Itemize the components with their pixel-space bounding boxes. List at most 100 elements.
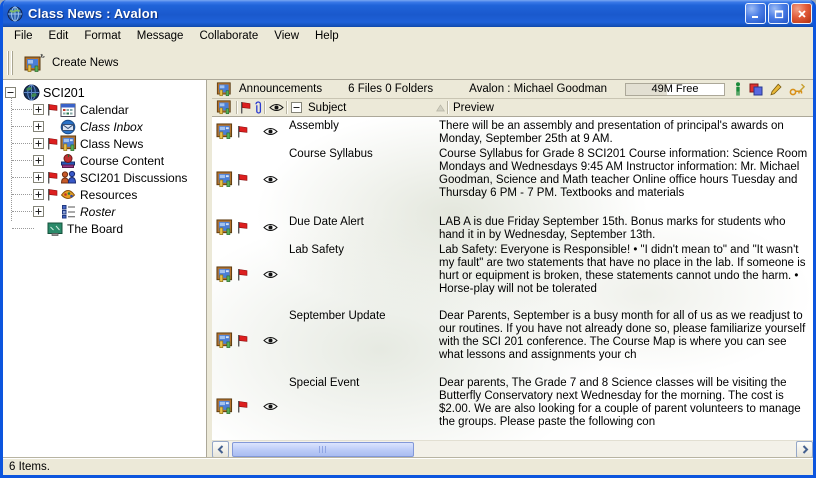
bulletin-item-icon: [216, 266, 233, 283]
tree-item-sci201[interactable]: SCI201: [3, 84, 206, 101]
scrollbar-thumb[interactable]: [232, 442, 414, 457]
sort-ascending-icon: [436, 104, 445, 112]
tree-item-resources[interactable]: Resources: [3, 186, 206, 203]
message-subject: Course Syllabus: [289, 145, 439, 213]
viewed-column-icon[interactable]: [266, 99, 286, 116]
tree-item-sci201-discussions[interactable]: SCI201 Discussions: [3, 169, 206, 186]
viewed-eye-icon: [263, 270, 278, 279]
expand-expander-icon[interactable]: [33, 138, 44, 149]
message-row-september-update[interactable]: September UpdateDear Parents, September …: [212, 307, 813, 374]
expand-expander-icon[interactable]: [33, 206, 44, 217]
horizontal-scrollbar[interactable]: [212, 440, 813, 457]
app-globe-icon: [7, 5, 25, 23]
tree-item-label: Calendar: [80, 103, 129, 117]
viewed-eye-icon: [263, 336, 278, 345]
flag-column-icon[interactable]: [238, 99, 251, 116]
menu-item-message[interactable]: Message: [129, 28, 192, 45]
files-folders-count: 6 Files 0 Folders: [348, 83, 433, 95]
announcements-icon: [216, 82, 232, 97]
tree-item-label: SCI201 Discussions: [80, 171, 187, 185]
expand-expander-icon[interactable]: [33, 172, 44, 183]
status-text: 6 Items.: [9, 461, 50, 473]
tree-item-roster[interactable]: Roster: [3, 203, 206, 220]
preview-column-header[interactable]: Preview: [449, 99, 813, 116]
message-preview: Course Syllabus for Grade 8 SCI201 Cours…: [439, 145, 813, 213]
message-subject: Lab Safety: [289, 241, 439, 307]
pencil-icon[interactable]: [770, 83, 782, 96]
create-news-button[interactable]: Create News: [17, 49, 127, 77]
message-row-course-syllabus[interactable]: Course SyllabusCourse Syllabus for Grade…: [212, 145, 813, 213]
unread-flag-icon: [46, 137, 58, 150]
free-space-label: 49M Free: [651, 83, 698, 95]
unread-flag-icon: [46, 188, 58, 201]
attachment-column-icon[interactable]: [251, 99, 264, 116]
unread-flag-icon: [236, 221, 248, 234]
tree-item-label: SCI201: [43, 86, 85, 100]
tree-item-calendar[interactable]: Calendar: [3, 101, 206, 118]
scroll-left-button[interactable]: [212, 441, 229, 458]
message-preview: LAB A is due Friday September 15th. Bonu…: [439, 213, 813, 241]
tree-item-class-inbox[interactable]: Class Inbox: [3, 118, 206, 135]
news-icon: [59, 135, 77, 152]
tree-item-label: Roster: [80, 205, 115, 219]
create-news-icon: [24, 53, 46, 73]
resources-icon: [59, 187, 77, 202]
layers-icon[interactable]: [749, 83, 763, 96]
message-preview: There will be an assembly and presentati…: [439, 117, 813, 145]
app-window: Class News : Avalon FileEditFormatMessag…: [0, 0, 816, 478]
menu-item-collaborate[interactable]: Collaborate: [191, 28, 266, 45]
tree-item-label: Class News: [80, 137, 143, 151]
tree-item-label: The Board: [67, 222, 123, 236]
viewed-eye-icon: [263, 223, 278, 232]
user-icon[interactable]: [734, 82, 742, 96]
message-row-special-event[interactable]: Special EventDear parents, The Grade 7 a…: [212, 374, 813, 438]
toolbar: Create News: [3, 46, 813, 80]
maximize-button[interactable]: [768, 3, 789, 24]
board-icon: [46, 221, 64, 237]
status-bar: 6 Items.: [3, 457, 813, 475]
tree-item-the-board[interactable]: The Board: [3, 220, 206, 237]
unread-flag-icon: [46, 171, 58, 184]
menu-item-format[interactable]: Format: [76, 28, 128, 45]
message-subject: September Update: [289, 307, 439, 374]
minimize-button[interactable]: [745, 3, 766, 24]
item-type-column-icon[interactable]: [212, 99, 236, 116]
menu-item-view[interactable]: View: [266, 28, 307, 45]
conference-title: Announcements: [239, 83, 322, 95]
scroll-right-button[interactable]: [796, 441, 813, 458]
message-row-due-date-alert[interactable]: Due Date AlertLAB A is due Friday Septem…: [212, 213, 813, 241]
bulletin-item-icon: [216, 398, 233, 415]
collapse-all-box[interactable]: [288, 99, 304, 116]
subject-column-header[interactable]: Subject: [304, 99, 447, 116]
close-button[interactable]: [791, 3, 812, 24]
toolbar-grip[interactable]: [7, 51, 13, 75]
tree-item-label: Course Content: [80, 154, 164, 168]
unread-flag-icon: [46, 103, 58, 116]
column-header-row: Subject Preview: [212, 99, 813, 117]
message-subject: Due Date Alert: [289, 213, 439, 241]
message-preview: Lab Safety: Everyone is Responsible! • "…: [439, 241, 813, 307]
unread-flag-icon: [236, 400, 248, 413]
message-subject: Special Event: [289, 374, 439, 438]
key-pencil-icon[interactable]: [789, 83, 806, 96]
title-bar[interactable]: Class News : Avalon: [0, 0, 816, 27]
tree-item-course-content[interactable]: Course Content: [3, 152, 206, 169]
expand-expander-icon[interactable]: [33, 155, 44, 166]
menu-bar: FileEditFormatMessageCollaborateViewHelp: [3, 27, 813, 46]
menu-item-help[interactable]: Help: [307, 28, 347, 45]
viewed-eye-icon: [263, 402, 278, 411]
message-row-lab-safety[interactable]: Lab SafetyLab Safety: Everyone is Respon…: [212, 241, 813, 307]
unread-flag-icon: [236, 173, 248, 186]
expand-expander-icon[interactable]: [33, 189, 44, 200]
menu-item-file[interactable]: File: [6, 28, 41, 45]
create-news-label: Create News: [52, 57, 118, 69]
expand-expander-icon[interactable]: [33, 121, 44, 132]
inbox-icon: [59, 119, 77, 135]
message-list-pane: Announcements 6 Files 0 Folders Avalon :…: [212, 80, 813, 457]
message-preview: Dear Parents, September is a busy month …: [439, 307, 813, 374]
expand-expander-icon[interactable]: [33, 104, 44, 115]
menu-item-edit[interactable]: Edit: [41, 28, 77, 45]
tree-item-class-news[interactable]: Class News: [3, 135, 206, 152]
message-row-assembly[interactable]: AssemblyThere will be an assembly and pr…: [212, 117, 813, 145]
message-list: AssemblyThere will be an assembly and pr…: [212, 117, 813, 440]
